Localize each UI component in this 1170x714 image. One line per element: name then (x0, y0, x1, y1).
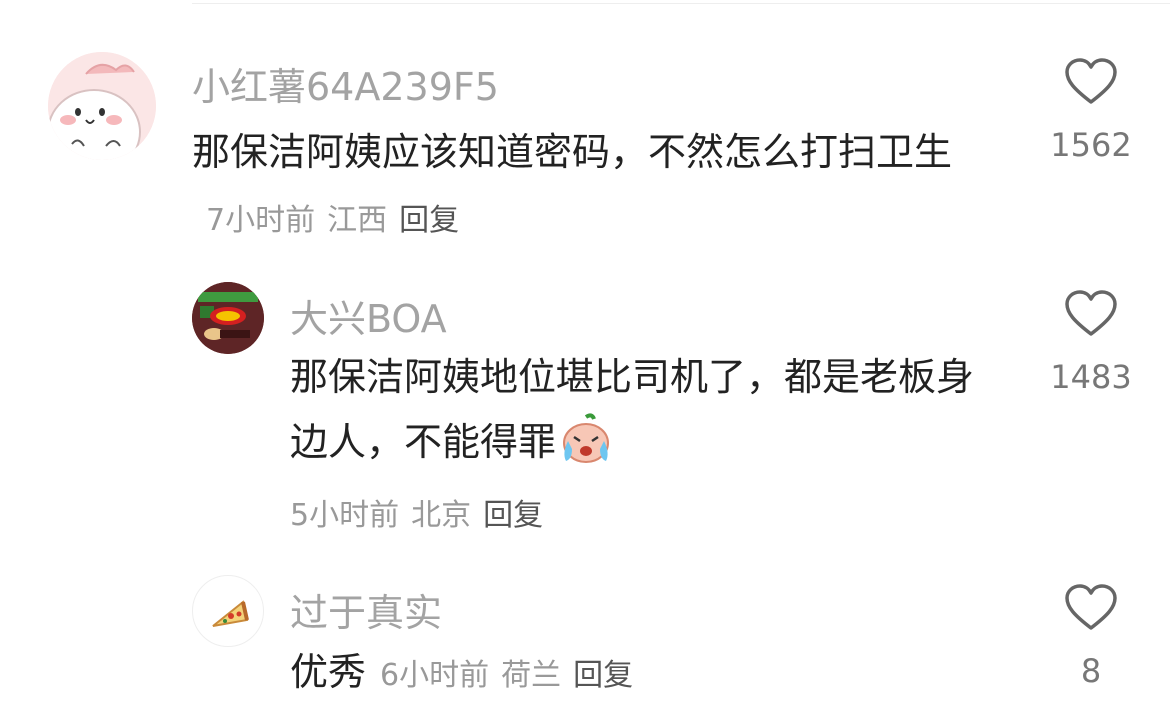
reply-body[interactable]: 那保洁阿姨地位堪比司机了，都是老板身边人，不能得罪 (290, 345, 990, 486)
reply-meta: 5小时前 北京 回复 (276, 490, 543, 534)
like-count: 1562 (1050, 126, 1132, 164)
reply-text: 那保洁阿姨地位堪比司机了，都是老板身边人，不能得罪 (290, 355, 975, 465)
reply-button[interactable]: 回复 (399, 203, 459, 238)
reply-username[interactable]: 过于真实 (290, 582, 442, 637)
heart-outline-icon (1065, 290, 1117, 336)
like-count: 1483 (1050, 358, 1132, 396)
reply-time: 5小时前 (290, 498, 400, 533)
reply-body[interactable]: 优秀 6小时前 荷兰 回复 (290, 640, 990, 705)
comment-username[interactable]: 小红薯64A239F5 (192, 56, 499, 111)
comment-text: 那保洁阿姨应该知道密码，不然怎么打扫卫生 (192, 130, 953, 174)
comment-meta: 7小时前 江西 回复 (192, 203, 459, 238)
reply-button[interactable]: 回复 (573, 658, 633, 693)
reply-location: 荷兰 (501, 658, 562, 693)
like-button[interactable]: 8 (1036, 584, 1146, 690)
comment-location: 江西 (327, 203, 388, 239)
pizza-slice-avatar (212, 600, 249, 627)
reply-location: 北京 (411, 498, 472, 533)
avatar[interactable] (192, 282, 264, 354)
comment-body[interactable]: 那保洁阿姨应该知道密码，不然怎么打扫卫生 7小时前 江西 回复 (192, 120, 1022, 251)
reply-meta: 6小时前 荷兰 回复 (366, 658, 633, 693)
like-count: 8 (1080, 652, 1102, 690)
reply-time: 6小时前 (380, 658, 490, 693)
reply-button[interactable]: 回复 (483, 498, 543, 533)
avatar[interactable] (48, 52, 156, 160)
avatar[interactable] (192, 575, 264, 647)
heart-outline-icon (1065, 58, 1117, 104)
comment-time: 7小时前 (206, 203, 316, 239)
reply-username[interactable]: 大兴BOA (290, 288, 447, 343)
like-button[interactable]: 1483 (1036, 290, 1146, 396)
crying-peach-emoji (558, 413, 614, 485)
cartoon-face-avatar (48, 52, 156, 160)
lays-chips-avatar (192, 282, 264, 354)
heart-outline-icon (1065, 584, 1117, 630)
top-divider (192, 3, 1170, 4)
like-button[interactable]: 1562 (1036, 58, 1146, 164)
reply-text: 优秀 (290, 650, 367, 694)
